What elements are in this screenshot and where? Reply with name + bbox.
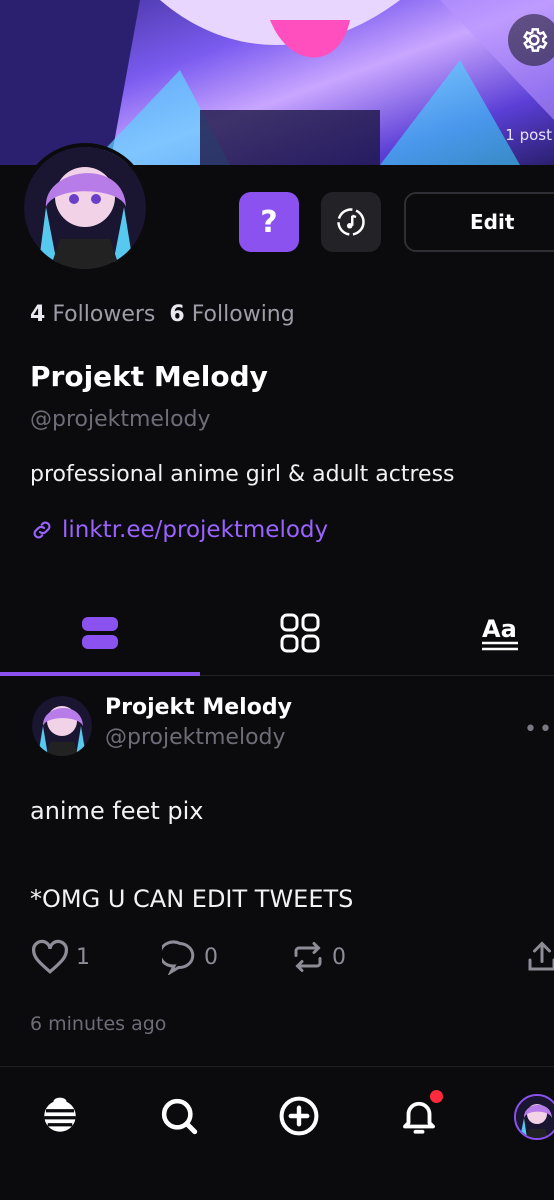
grid-icon (280, 613, 320, 653)
nav-profile-avatar[interactable] (514, 1094, 554, 1140)
comment-count: 0 (204, 944, 218, 970)
tab-text[interactable]: Aa (400, 590, 554, 676)
nav-search[interactable] (157, 1094, 201, 1138)
banner-artwork (0, 0, 554, 165)
question-button[interactable]: ? (239, 192, 299, 252)
user-handle: @projektmelody (30, 407, 211, 432)
post-text-line: anime feet pix (30, 797, 204, 825)
notification-badge (430, 1090, 443, 1103)
list-icon (82, 617, 118, 649)
following-count: 6 (169, 302, 185, 327)
followers-link[interactable]: 4 Followers (30, 302, 155, 327)
link-icon (33, 521, 51, 539)
tab-grid[interactable] (200, 590, 400, 676)
share-button[interactable] (524, 939, 554, 975)
followers-count: 4 (30, 302, 46, 327)
post-author-avatar[interactable] (32, 696, 92, 756)
profile-avatar[interactable] (20, 143, 150, 273)
gear-icon (522, 28, 548, 52)
svg-text:Aa: Aa (482, 615, 517, 643)
repost-button[interactable]: 0 (290, 939, 346, 975)
comment-button[interactable]: 0 (162, 939, 218, 975)
post-author-name[interactable]: Projekt Melody (105, 695, 292, 720)
create-icon (279, 1096, 319, 1136)
post-timestamp: 6 minutes ago (30, 1013, 167, 1035)
music-disc-icon (337, 208, 365, 236)
profile-banner: 1 post (0, 0, 554, 165)
settings-button[interactable] (508, 14, 554, 66)
repost-count: 0 (332, 944, 346, 970)
profile-link-text: linktr.ee/projektmelody (62, 517, 329, 543)
active-tab-indicator (0, 672, 200, 676)
like-count: 1 (76, 944, 90, 970)
nav-create[interactable] (277, 1094, 321, 1138)
avatar-image (32, 696, 92, 756)
edit-profile-button[interactable]: Edit (404, 192, 554, 252)
following-label: Following (191, 302, 295, 327)
repost-icon (294, 942, 322, 972)
profile-tabs: Aa (0, 590, 554, 676)
post-text-line: *OMG U CAN EDIT TWEETS (30, 885, 354, 913)
avatar-image (24, 147, 146, 269)
avatar-image (516, 1096, 554, 1138)
following-link[interactable]: 6 Following (169, 302, 294, 327)
post-count: 1 post (505, 126, 552, 144)
followers-label: Followers (52, 302, 156, 327)
text-format-icon: Aa (482, 615, 518, 651)
bottom-navigation (0, 1068, 554, 1200)
post-actions: 1 0 0 (30, 939, 554, 979)
heart-icon (31, 939, 69, 974)
tab-posts[interactable] (0, 590, 200, 676)
comment-icon (162, 940, 195, 975)
profile-link[interactable]: linktr.ee/projektmelody (30, 517, 328, 543)
share-icon (528, 941, 554, 971)
home-icon (44, 1097, 76, 1132)
more-options-icon[interactable]: •• (524, 717, 554, 742)
music-button[interactable] (321, 192, 381, 252)
post-author-handle: @projektmelody (105, 725, 286, 750)
post-body: anime feet pix *OMG U CAN EDIT TWEETS (30, 789, 353, 921)
nav-notifications[interactable] (397, 1090, 443, 1138)
profile-bio: professional anime girl & adult actress (30, 462, 455, 487)
follow-stats: 4 Followers 6 Following (30, 302, 295, 327)
display-name: Projekt Melody (30, 360, 268, 393)
like-button[interactable]: 1 (30, 939, 90, 975)
nav-home[interactable] (38, 1094, 82, 1138)
post-card[interactable]: Projekt Melody @projektmelody •• anime f… (0, 677, 554, 1067)
search-icon (161, 1098, 198, 1135)
